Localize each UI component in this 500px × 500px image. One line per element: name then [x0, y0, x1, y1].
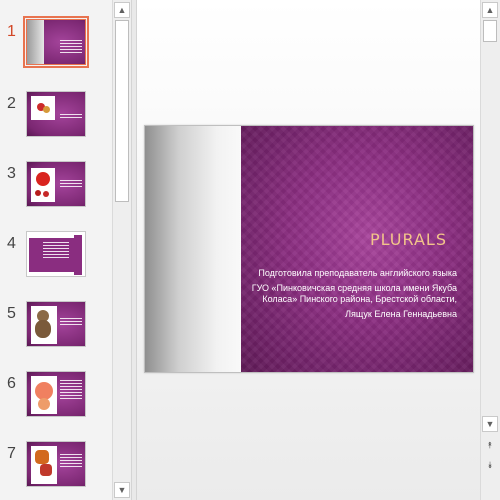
thumbnail-text — [60, 40, 82, 55]
leaf-image — [40, 464, 52, 476]
slide-number: 6 — [7, 375, 16, 392]
slide-number: 2 — [7, 95, 16, 112]
previous-slide-button[interactable]: ⯭ — [482, 438, 498, 452]
thumbnail-row-6[interactable]: 6 — [0, 369, 112, 421]
slide-side-panel — [145, 126, 241, 372]
leaf-image — [35, 450, 49, 464]
slide-thumbnail-6[interactable] — [26, 371, 86, 417]
subtitle-line: ГУО «Пинковичская средняя школа имени Як… — [251, 283, 457, 304]
thumbnail-row-7[interactable]: 7 — [0, 439, 112, 491]
slide-thumbnail-7[interactable] — [26, 441, 86, 487]
scroll-down-button[interactable]: ▼ — [114, 482, 130, 498]
scroll-thumb[interactable] — [483, 20, 497, 42]
slide-number: 4 — [7, 235, 16, 252]
slide-thumbnail-1[interactable] — [23, 16, 89, 68]
thumbnail-text — [43, 242, 69, 260]
peach-image — [38, 398, 50, 410]
slide-title[interactable]: PLURALS — [370, 230, 447, 249]
tomato-image — [35, 190, 41, 196]
thumbnail-text — [60, 318, 82, 327]
slide-thumbnail-4[interactable] — [26, 231, 86, 277]
slide-number: 7 — [7, 445, 16, 462]
slide-number: 1 — [7, 23, 16, 40]
thumbnail-row-3[interactable]: 3 — [0, 159, 112, 211]
slide-thumbnail-pane: 1 2 3 4 5 6 7 — [0, 0, 112, 500]
slide-scrollbar[interactable]: ▲ ▼ ⯭ ⯯ — [480, 0, 500, 500]
slide-thumbnail-5[interactable] — [26, 301, 86, 347]
fruit-image — [43, 106, 50, 113]
scroll-up-button[interactable]: ▲ — [114, 2, 130, 18]
slide-number: 5 — [7, 305, 16, 322]
thumbnail-text — [60, 454, 82, 469]
slide-subtitle[interactable]: Подготовила преподаватель английского яз… — [237, 268, 457, 324]
current-slide[interactable]: PLURALS Подготовила преподаватель англий… — [144, 125, 474, 373]
scroll-thumb[interactable] — [115, 20, 129, 202]
tomato-image — [43, 191, 49, 197]
scroll-up-button[interactable]: ▲ — [482, 2, 498, 18]
subtitle-line: Лящук Елена Геннадьевна — [345, 309, 457, 319]
scroll-down-button[interactable]: ▼ — [482, 416, 498, 432]
teddy-bear-image — [35, 320, 51, 338]
next-slide-button[interactable]: ⯯ — [482, 458, 498, 472]
subtitle-line: Подготовила преподаватель английского яз… — [258, 268, 457, 278]
slide-thumbnail-3[interactable] — [26, 161, 86, 207]
thumbnail-scrollbar[interactable]: ▲ ▼ — [112, 0, 131, 500]
thumbnail-row-1[interactable]: 1 — [0, 16, 112, 69]
slide-thumbnail-2[interactable] — [26, 91, 86, 137]
slide-background — [241, 126, 473, 372]
thumbnail-row-4[interactable]: 4 — [0, 229, 112, 281]
slide-number: 3 — [7, 165, 16, 182]
thumbnail-text — [60, 180, 82, 189]
thumbnail-text — [60, 380, 82, 401]
thumbnail-row-2[interactable]: 2 — [0, 89, 112, 141]
thumbnail-row-5[interactable]: 5 — [0, 299, 112, 351]
thumbnail-text — [60, 114, 82, 120]
tomato-image — [36, 172, 50, 186]
slide-editing-area: PLURALS Подготовила преподаватель англий… — [137, 0, 480, 500]
